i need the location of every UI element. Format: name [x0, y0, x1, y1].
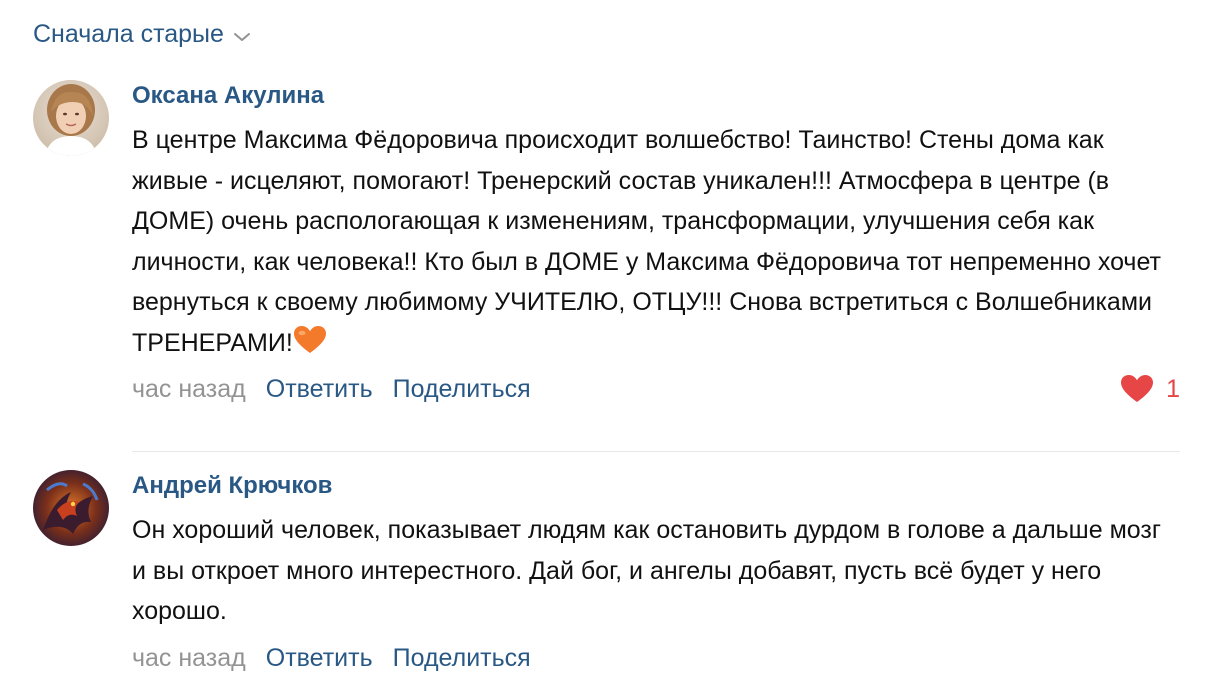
avatar[interactable]: [33, 470, 109, 546]
chevron-down-icon: [233, 33, 250, 41]
comment-text-content: В центре Максима Фёдоровича происходит в…: [132, 126, 1168, 357]
like-count: 1: [1166, 375, 1180, 403]
like-button[interactable]: 1: [1120, 373, 1180, 405]
comment-author[interactable]: Оксана Акулина: [132, 80, 324, 112]
comment-timestamp[interactable]: час назад: [132, 373, 246, 405]
reply-link[interactable]: Ответить: [266, 642, 373, 674]
heart-icon: [1121, 375, 1154, 402]
comment-text: В центре Максима Фёдоровича происходит в…: [132, 120, 1162, 363]
comment-actions: час назад Ответить Поделиться 1: [132, 373, 1180, 405]
share-link[interactable]: Поделиться: [393, 642, 531, 674]
avatar-image: [33, 80, 109, 156]
comment-author[interactable]: Андрей Крючков: [132, 470, 332, 502]
comment-timestamp[interactable]: час назад: [132, 642, 246, 674]
comment-actions: час назад Ответить Поделиться: [132, 642, 1180, 674]
sort-label: Сначала старые: [33, 20, 224, 48]
avatar[interactable]: [33, 80, 109, 156]
reply-link[interactable]: Ответить: [266, 373, 373, 405]
comment-divider: [132, 451, 1180, 452]
avatar-image: [33, 470, 109, 546]
orange-heart-emoji-icon: [293, 325, 326, 353]
share-link[interactable]: Поделиться: [393, 373, 531, 405]
sort-dropdown[interactable]: Сначала старые: [33, 18, 252, 50]
comment-text: Он хороший человек, показывает людям как…: [132, 516, 1168, 625]
